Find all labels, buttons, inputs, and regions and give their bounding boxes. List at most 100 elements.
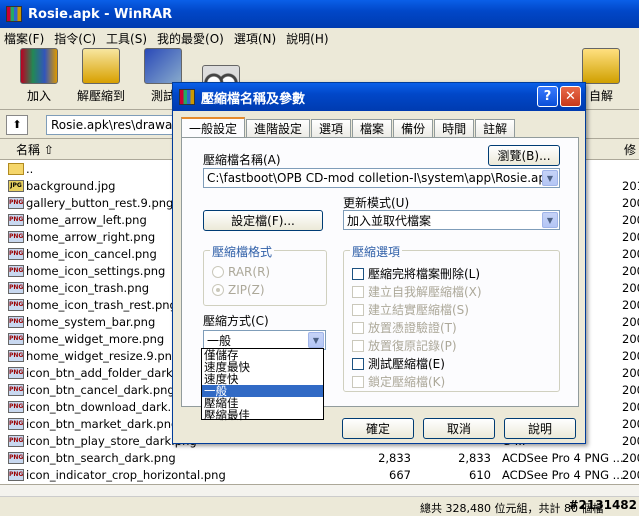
menu-favorites[interactable]: 我的最愛(O) [157,30,224,47]
option-checkbox[interactable]: 鎖定壓縮檔(K) [352,373,445,390]
option-checkbox[interactable]: 放置復原記錄(P) [352,337,457,354]
archive-name-label: 壓縮檔名稱(A) [203,153,281,167]
chevron-down-icon[interactable]: ▼ [542,170,558,186]
help-title-button[interactable]: ? [537,86,558,107]
menu-file[interactable]: 檔案(F) [4,30,44,47]
tab-files[interactable]: 檔案 [352,119,393,137]
update-mode-label: 更新模式(U) [343,196,410,210]
table-row[interactable]: PNG icon_indicator_crop_horizontal.png 667… [0,466,639,483]
compression-method-label: 壓縮方式(C) [203,314,269,328]
column-header-modified[interactable]: 修 [624,141,636,158]
add-button[interactable]: 加入 [10,48,68,108]
tab-advanced[interactable]: 進階設定 [246,119,311,137]
tab-general[interactable]: 一般設定 [181,117,246,138]
dialog-title-bar: 壓縮檔名稱及參數 ? ✕ [173,83,585,111]
file-modified: 200 [622,195,639,210]
up-arrow-icon: ⬆ [12,118,22,131]
file-modified: 200 [622,229,639,244]
browse-button[interactable]: 瀏覽(B)... [488,145,560,166]
file-modified: 200 [622,382,639,397]
ok-button[interactable]: 確定 [342,418,414,439]
png-file-icon: PNG [8,281,24,294]
compression-method-option[interactable]: 壓縮最佳 [202,409,323,421]
profiles-button[interactable]: 設定檔(F)... [203,210,323,231]
menu-options[interactable]: 選項(N) [234,30,276,47]
main-window-title-bar: Rosie.apk - WinRAR [0,0,639,28]
png-file-icon: PNG [8,349,24,362]
archive-add-icon [20,48,58,84]
archive-format-title: 壓縮檔格式 [210,243,275,260]
status-bar: 總共 328,480 位元組，共計 80 個檔 #2131482 [0,484,639,515]
compression-method-combo[interactable]: 一般 ▼ [203,330,326,350]
sort-up-arrow-icon: ⇧ [43,143,54,157]
option-checkbox[interactable]: 放置憑證驗證(T) [352,319,457,336]
archive-name-combo[interactable]: C:\fastboot\OPB CD-mod colletion-I\syste… [203,168,560,188]
menu-commands[interactable]: 指令(C) [54,30,96,47]
file-name: home_icon_cancel.png [26,246,157,261]
format-rar-radio[interactable]: RAR(R) [212,265,270,279]
up-folder-button[interactable]: ⬆ [6,114,28,135]
tab-options[interactable]: 選項 [311,119,352,137]
chevron-down-icon[interactable]: ▼ [308,332,324,348]
checkbox-box-icon [352,375,364,388]
png-file-icon: PNG [8,213,24,226]
png-file-icon: PNG [8,400,24,413]
file-name: home_icon_trash_rest.png [26,297,177,312]
file-modified: 200 [622,433,639,448]
checkbox-box-icon [352,339,364,352]
update-mode-combo[interactable]: 加入並取代檔案 ▼ [343,210,560,230]
option-checkbox[interactable]: 建立自我解壓縮檔(X) [352,283,482,300]
option-checkbox[interactable]: 建立結實壓縮檔(S) [352,301,469,318]
tab-comment[interactable]: 註解 [475,119,516,137]
format-zip-radio[interactable]: ZIP(Z) [212,283,265,297]
close-title-button[interactable]: ✕ [560,86,581,107]
sfx-icon [582,48,620,84]
png-file-icon: PNG [8,315,24,328]
file-name: icon_btn_search_dark.png [26,450,176,465]
winrar-icon [179,89,195,105]
file-name: icon_btn_download_dark.png [26,399,194,414]
cancel-button[interactable]: 取消 [423,418,495,439]
file-modified: 200 [622,450,639,465]
file-name: home_icon_settings.png [26,263,166,278]
file-modified: 200 [622,314,639,329]
file-type: ACDSee Pro 4 PNG ... [502,450,624,465]
help-button[interactable]: 說明 [504,418,576,439]
file-modified: 200 [622,297,639,312]
file-modified: 201 [622,178,639,193]
menu-help[interactable]: 說明(H) [286,30,328,47]
option-label: 放置復原記錄(P) [368,339,457,353]
file-packed: 610 [469,467,491,482]
chevron-down-icon[interactable]: ▼ [542,212,558,228]
checkbox-box-icon [352,303,364,316]
file-modified: 200 [622,263,639,278]
file-name: home_widget_more.png [26,331,165,346]
horizontal-scrollbar[interactable] [0,485,639,497]
option-label: 鎖定壓縮檔(K) [368,375,446,389]
file-modified: 200 [622,280,639,295]
option-checkbox[interactable]: 壓縮完將檔案刪除(L) [352,265,480,282]
png-file-icon: PNG [8,264,24,277]
extract-to-button[interactable]: 解壓縮到 [68,48,134,108]
file-name: .. [26,161,34,176]
png-file-icon: PNG [8,366,24,379]
file-name: icon_indicator_crop_horizontal.png [26,467,226,482]
png-file-icon: PNG [8,417,24,430]
option-checkbox[interactable]: 測試壓縮檔(E) [352,355,445,372]
main-window-title: Rosie.apk - WinRAR [28,6,173,22]
dialog-tabs: 一般設定 進階設定 選項 檔案 備份 時間 註解 [181,117,516,138]
tab-backup[interactable]: 備份 [393,119,434,137]
png-file-icon: PNG [8,247,24,260]
radio-circle-icon [212,266,224,278]
png-file-icon: PNG [8,434,24,447]
folder-icon [8,162,24,175]
file-name: gallery_button_rest.9.png [26,195,174,210]
column-header-name[interactable]: 名稱 ⇧ [16,141,54,158]
table-row[interactable]: PNG icon_btn_search_dark.png 2,833 2,833 ACD… [0,449,639,466]
file-name: home_arrow_left.png [26,212,147,227]
option-label: 壓縮完將檔案刪除(L) [368,267,481,281]
menu-tools[interactable]: 工具(S) [106,30,147,47]
tab-time[interactable]: 時間 [434,119,475,137]
sfx-button-label: 自解 [588,89,613,103]
file-modified: 200 [622,467,639,482]
